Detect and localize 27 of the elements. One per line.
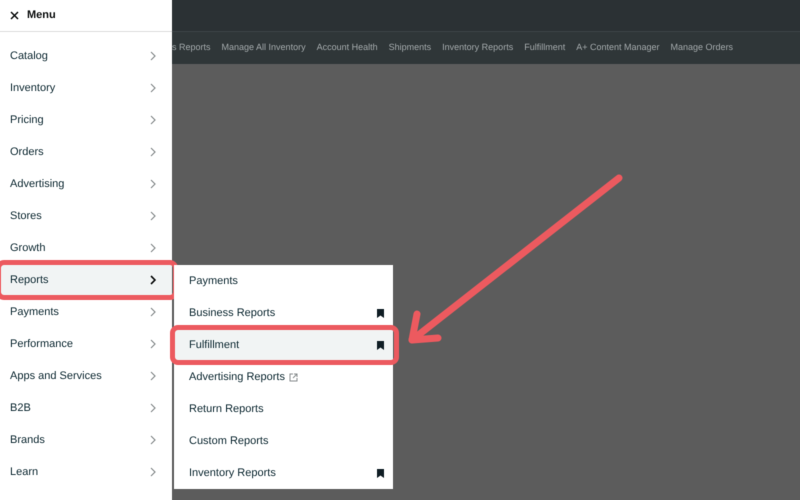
chevron-icon — [150, 339, 156, 349]
nav-link[interactable]: Inventory Reports — [442, 41, 514, 55]
chevron-icon — [150, 435, 156, 445]
close-icon[interactable] — [10, 11, 19, 20]
chevron-icon — [150, 147, 156, 157]
nav-link[interactable]: A+ Content Manager — [576, 41, 660, 55]
chevron-icon — [150, 403, 156, 413]
bookmark-icon[interactable] — [377, 308, 384, 318]
menu-title: Menu — [27, 8, 56, 24]
chevron-icon — [150, 243, 156, 253]
chevron-icon — [150, 467, 156, 477]
nav-link[interactable]: Shipments — [388, 41, 432, 55]
nav-link[interactable]: Manage All Inventory — [222, 41, 306, 55]
chevron-icon — [150, 275, 156, 285]
chevron-icon — [150, 371, 156, 381]
nav-link[interactable]: Manage Orders — [670, 41, 734, 55]
chevron-icon — [150, 115, 156, 125]
bookmark-icon[interactable] — [377, 340, 384, 350]
chevron-icon — [150, 179, 156, 189]
nav-link[interactable]: Account Health — [316, 41, 378, 55]
nav-link[interactable]: Fulfillment — [524, 41, 566, 55]
bookmark-icon[interactable] — [377, 468, 384, 478]
chevron-icon — [150, 211, 156, 221]
chevron-icon — [150, 51, 156, 61]
nav-link[interactable]: s Reports — [172, 41, 211, 55]
chevron-icon — [150, 83, 156, 93]
chevron-icon — [150, 307, 156, 317]
